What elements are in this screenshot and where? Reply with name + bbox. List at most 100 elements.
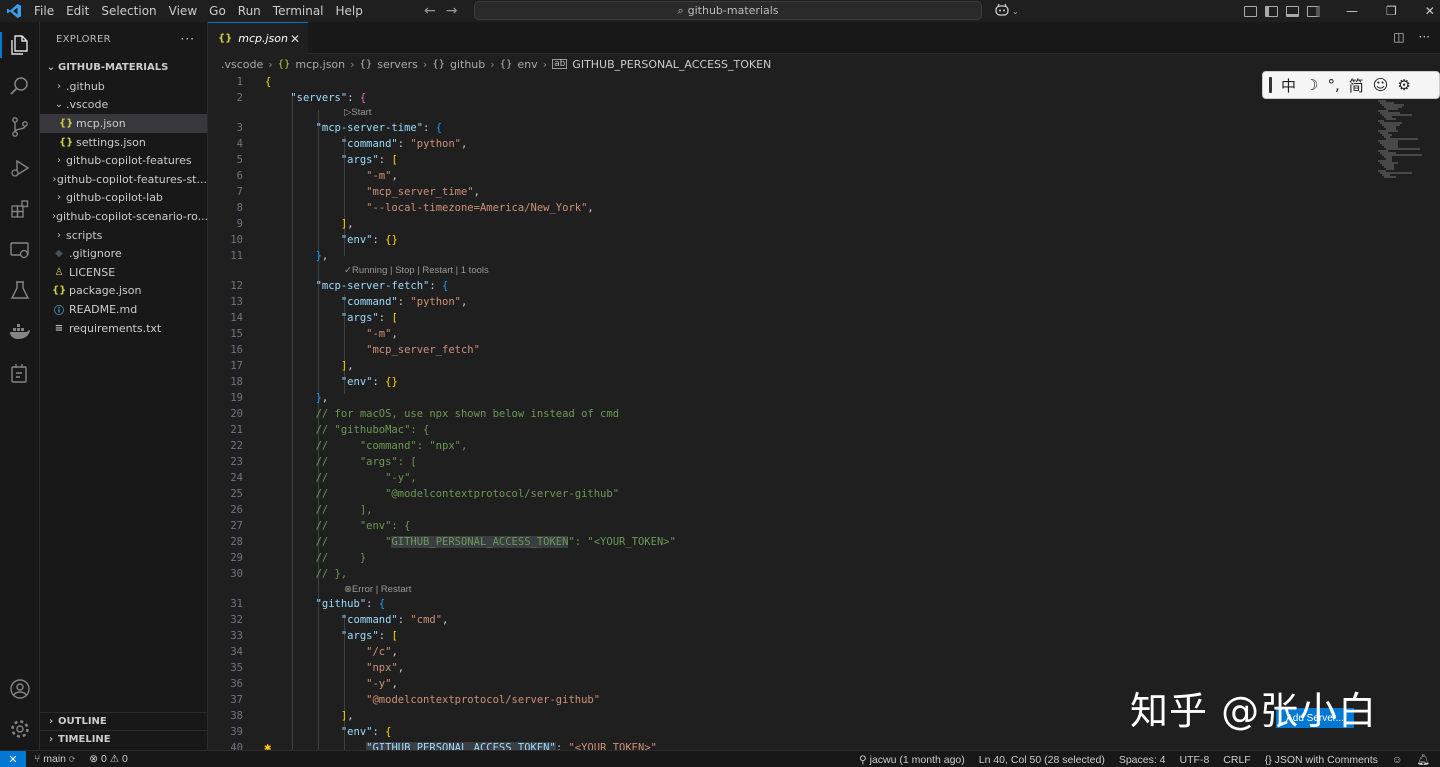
text-file-icon: ≡ [54,322,64,334]
breadcrumb-item[interactable]: github [450,58,485,71]
codelens-running-status[interactable]: ✓Running | Stop | Restart | 1 tools [344,264,489,278]
menu-edit[interactable]: Edit [60,1,95,21]
back-arrow-icon[interactable]: ← [424,3,436,19]
code-token: "npx" [366,662,398,674]
manage-gear-icon[interactable] [8,717,32,741]
explorer-icon[interactable] [8,33,32,57]
breadcrumb-item[interactable]: servers [377,58,418,71]
tree-item-github-copilot-scenario[interactable]: › github-copilot-scenario-ro... [40,207,207,226]
menu-view[interactable]: View [163,1,203,21]
eol-status[interactable]: CRLF [1223,754,1250,766]
tree-item-gitignore[interactable]: ◆ .gitignore [40,244,207,263]
breadcrumb-item[interactable]: env [517,58,537,71]
codelens-start[interactable]: ▷Start [344,106,371,120]
menu-go[interactable]: Go [203,1,232,21]
ime-punctuation-icon[interactable]: °, [1327,76,1339,94]
json-file-icon: {} [277,58,291,70]
workspace-folder-header[interactable]: ⌄ GITHUB-MATERIALS [40,57,207,77]
source-control-icon[interactable] [8,115,32,139]
notifications-bell-icon[interactable]: 🔔︎ [1417,753,1430,766]
accounts-icon[interactable] [8,677,32,701]
toggle-secondary-sidebar-icon[interactable] [1307,5,1320,17]
command-center-search[interactable]: ⌕ github-materials [474,1,982,20]
problems-status[interactable]: ⊗ 0 ⚠ 0 [89,753,128,765]
line-number: 25 [230,488,243,500]
tree-item-scripts[interactable]: › scripts [40,226,207,245]
line-number: 30 [230,568,243,580]
ime-settings-gear-icon[interactable]: ⚙ [1397,76,1410,94]
close-window-icon[interactable]: ✕ [1425,4,1435,18]
tab-mcp-json[interactable]: {} mcp.json ✕ [208,22,308,54]
menu-selection[interactable]: Selection [95,1,162,21]
toggle-panel-icon[interactable] [1286,5,1299,17]
code-text: // } [265,550,367,566]
ime-simplified-mode[interactable]: 简 [1349,75,1364,96]
cursor-position-status[interactable]: Ln 40, Col 50 (28 selected) [979,754,1105,766]
customize-layout-icon[interactable] [1244,5,1257,17]
toggle-primary-sidebar-icon[interactable] [1265,5,1278,17]
mcp-extension-icon[interactable] [8,361,32,385]
code-token: "mcp_server_time" [366,186,474,198]
code-text: "command": "cmd", [265,612,449,628]
tree-item-github[interactable]: › .github [40,77,207,96]
more-actions-icon[interactable]: ··· [1419,30,1430,44]
remote-indicator-icon[interactable]: ✕ [0,750,26,767]
remote-explorer-icon[interactable] [8,238,32,262]
menu-run[interactable]: Run [232,1,267,21]
git-blame-status[interactable]: ⚲ jacwu (1 month ago) [859,754,965,766]
forward-arrow-icon[interactable]: → [446,3,458,19]
extensions-icon[interactable] [8,197,32,221]
indentation-status[interactable]: Spaces: 4 [1119,754,1166,766]
breadcrumb-item[interactable]: .vscode [221,58,263,71]
line-number: 24 [230,472,243,484]
split-editor-icon[interactable]: ◫ [1393,30,1404,44]
code-editor[interactable]: 1{2 "servers": {3 "mcp-server-time": {4 … [208,74,1440,750]
run-debug-icon[interactable] [8,156,32,180]
docker-icon[interactable] [8,320,32,344]
minimap[interactable] [1372,100,1432,180]
tree-item-github-copilot-features-st[interactable]: › github-copilot-features-st... [40,170,207,189]
menu-file[interactable]: File [28,1,60,21]
close-tab-icon[interactable]: ✕ [290,32,300,46]
ime-moon-icon[interactable]: ☽ [1305,76,1318,94]
branch-status[interactable]: ⑂ main ⟳ [34,753,75,765]
encoding-status[interactable]: UTF-8 [1180,754,1210,766]
menu-terminal[interactable]: Terminal [267,1,330,21]
outline-section-header[interactable]: › OUTLINE [40,712,208,730]
minimize-icon[interactable]: — [1346,4,1358,18]
testing-icon[interactable] [8,279,32,303]
code-token: , [347,710,354,722]
tree-item-label: settings.json [76,135,146,149]
tree-item-mcp-json[interactable]: {} mcp.json [40,114,207,133]
tree-item-settings-json[interactable]: {} settings.json [40,133,207,152]
code-token: "args" [340,154,379,166]
ime-chinese-mode[interactable]: 中 [1281,75,1296,96]
ime-drag-handle[interactable] [1269,77,1272,93]
codelens-error-status[interactable]: ⊗Error | Restart [344,583,411,597]
copilot-menu-button[interactable]: ⌄ [994,2,1019,20]
code-text: "npx", [265,660,404,676]
tree-item-requirements[interactable]: ≡ requirements.txt [40,319,207,338]
tree-item-github-copilot-lab[interactable]: › github-copilot-lab [40,189,207,208]
ime-emoji-icon[interactable]: ☺ [1373,76,1389,94]
breadcrumb-item[interactable]: GITHUB_PERSONAL_ACCESS_TOKEN [572,58,771,71]
tree-item-github-copilot-features[interactable]: › github-copilot-features [40,151,207,170]
breadcrumb-item[interactable]: mcp.json [295,58,345,71]
menu-help[interactable]: Help [330,1,369,21]
tree-item-vscode[interactable]: ⌄ .vscode [40,96,207,115]
more-actions-icon[interactable]: ··· [181,32,195,46]
tree-item-license[interactable]: ♙ LICENSE [40,263,207,282]
tree-item-readme[interactable]: ⓘ README.md [40,300,207,319]
tree-item-package-json[interactable]: {} package.json [40,282,207,301]
git-commit-icon: ⚲ [858,753,867,766]
search-view-icon[interactable] [8,74,32,98]
language-mode-status[interactable]: {} JSON with Comments [1265,754,1378,766]
lightbulb-icon[interactable]: ✱ [264,740,271,750]
timeline-section-header[interactable]: › TIMELINE [40,730,208,748]
copilot-status-icon[interactable]: ☺ [1392,754,1403,766]
git-branch-icon: ⑂ [34,753,41,765]
restore-icon[interactable]: ❐ [1386,4,1397,18]
